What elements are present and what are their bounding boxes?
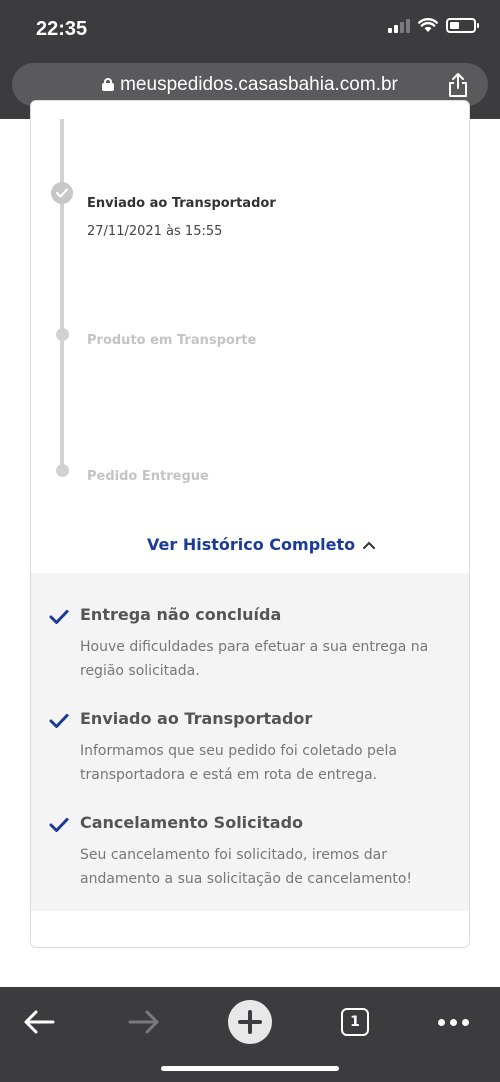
timeline-step-title: Enviado ao Transportador (87, 196, 276, 211)
more-menu-button[interactable] (428, 997, 478, 1047)
wifi-icon (418, 18, 438, 32)
timeline-line (60, 119, 64, 469)
share-icon[interactable] (446, 72, 470, 98)
check-icon (49, 610, 69, 624)
timeline-step-title: Produto em Transporte (87, 333, 257, 348)
arrow-right-icon (128, 1010, 159, 1034)
back-button[interactable] (14, 997, 64, 1047)
timeline-step-title: Pedido Entregue (87, 469, 209, 484)
history-item-description: Houve dificuldades para efetuar a sua en… (80, 639, 429, 679)
chevron-up-icon (363, 541, 376, 549)
view-full-history-link[interactable]: Ver Histórico Completo (147, 535, 376, 554)
timeline-step-pending-dot (56, 464, 69, 477)
history-item-title: Enviado ao Transportador (80, 709, 313, 728)
history-item-description: Informamos que seu pedido foi coletado p… (80, 743, 397, 783)
plus-icon (228, 1000, 272, 1044)
history-panel: Entrega não concluída Houve dificuldades… (31, 573, 469, 911)
timeline-step-date: 27/11/2021 às 15:55 (87, 224, 223, 239)
history-item-title: Cancelamento Solicitado (80, 813, 304, 832)
status-icons (388, 18, 479, 33)
status-time: 22:35 (36, 18, 88, 40)
forward-button[interactable] (119, 997, 169, 1047)
lock-icon (102, 78, 115, 91)
history-item-description: Seu cancelamento foi solicitado, iremos … (80, 847, 413, 887)
check-icon (49, 818, 69, 832)
arrow-left-icon (24, 1010, 55, 1034)
history-item-title: Entrega não concluída (80, 605, 282, 624)
cellular-signal-icon (388, 18, 410, 33)
view-full-history-label: Ver Histórico Completo (147, 535, 356, 554)
home-indicator (161, 1066, 339, 1071)
more-icon (437, 1018, 469, 1026)
url-text: meuspedidos.casasbahia.com.br (120, 73, 398, 95)
timeline-step-done-icon (51, 182, 73, 204)
tab-count: 1 (341, 1008, 369, 1036)
battery-icon (446, 18, 479, 33)
tab-switcher-button[interactable]: 1 (330, 997, 380, 1047)
timeline-step-pending-dot (56, 328, 69, 341)
new-tab-button[interactable] (225, 997, 275, 1047)
check-icon (49, 714, 69, 728)
